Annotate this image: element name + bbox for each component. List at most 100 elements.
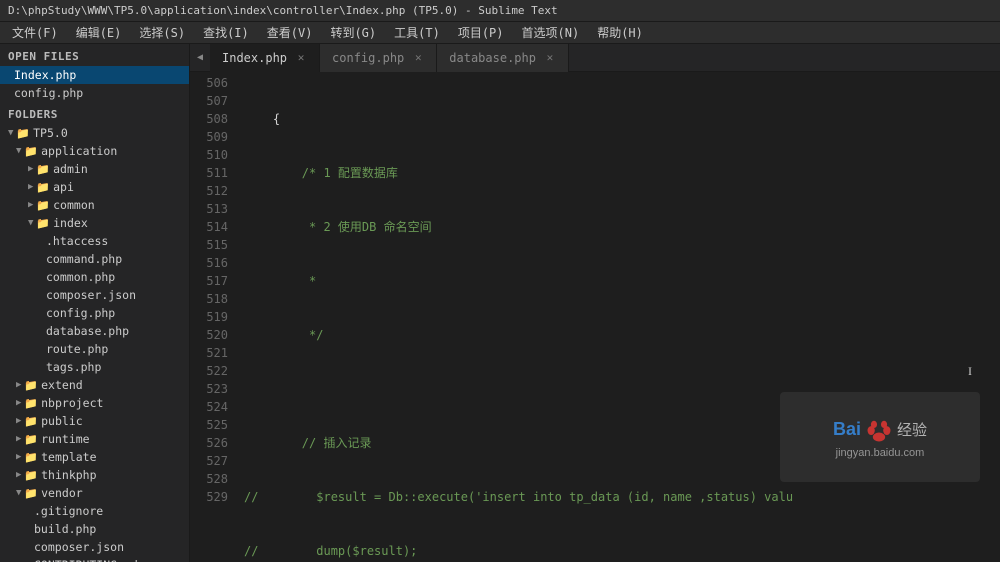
code-editor[interactable]: 506 507 508 509 510 511 512 513 514 515 …	[190, 72, 1000, 562]
menu-help[interactable]: 帮助(H)	[589, 22, 651, 43]
arrow-icon: ▼	[16, 488, 21, 498]
file-build[interactable]: build.php	[0, 520, 189, 538]
ln-517: 517	[190, 272, 228, 290]
file-route[interactable]: route.php	[0, 340, 189, 358]
file-composer-root[interactable]: composer.json	[0, 538, 189, 556]
tab-nav-left[interactable]: ◀	[190, 44, 210, 72]
folder-index[interactable]: ▼ 📁 index	[0, 214, 189, 232]
arrow-icon: ▶	[28, 200, 33, 210]
ln-511: 511	[190, 164, 228, 182]
arrow-icon: ▼	[8, 128, 13, 138]
folder-runtime[interactable]: ▶ 📁 runtime	[0, 430, 189, 448]
ln-512: 512	[190, 182, 228, 200]
folder-icon: 📁	[36, 181, 50, 194]
folder-common-label: common	[53, 198, 95, 212]
arrow-icon: ▶	[16, 434, 21, 444]
ln-514: 514	[190, 218, 228, 236]
menu-view[interactable]: 查看(V)	[259, 22, 321, 43]
folders-label: FOLDERS	[0, 102, 189, 124]
ln-526: 526	[190, 434, 228, 452]
folder-application[interactable]: ▼ 📁 application	[0, 142, 189, 160]
folder-vendor-label: vendor	[41, 486, 83, 500]
folder-icon: 📁	[36, 199, 50, 212]
arrow-icon: ▶	[16, 380, 21, 390]
folder-icon: 📁	[16, 127, 30, 140]
tab-config[interactable]: config.php ✕	[320, 44, 437, 72]
folder-icon: 📁	[24, 469, 38, 482]
tab-config-close[interactable]: ✕	[410, 50, 426, 66]
menu-project[interactable]: 项目(P)	[450, 22, 512, 43]
folder-api[interactable]: ▶ 📁 api	[0, 178, 189, 196]
folder-common[interactable]: ▶ 📁 common	[0, 196, 189, 214]
folder-template[interactable]: ▶ 📁 template	[0, 448, 189, 466]
arrow-icon: ▶	[16, 398, 21, 408]
sidebar-open-file-index[interactable]: Index.php	[0, 66, 189, 84]
file-common[interactable]: common.php	[0, 268, 189, 286]
folder-extend[interactable]: ▶ 📁 extend	[0, 376, 189, 394]
file-tags[interactable]: tags.php	[0, 358, 189, 376]
folder-thinkphp[interactable]: ▶ 📁 thinkphp	[0, 466, 189, 484]
menu-file[interactable]: 文件(F)	[4, 22, 66, 43]
arrow-icon: ▼	[28, 218, 33, 228]
folder-public[interactable]: ▶ 📁 public	[0, 412, 189, 430]
code-line-506: {	[244, 110, 1000, 128]
ln-521: 521	[190, 344, 228, 362]
text-cursor-indicator: I	[968, 364, 972, 379]
menu-tools[interactable]: 工具(T)	[386, 22, 448, 43]
ln-522: 522	[190, 362, 228, 380]
file-command[interactable]: command.php	[0, 250, 189, 268]
code-line-510: */	[244, 326, 1000, 344]
folder-vendor[interactable]: ▼ 📁 vendor	[0, 484, 189, 502]
file-contributing[interactable]: CONTRIBUTING.md	[0, 556, 189, 562]
code-area: 506 507 508 509 510 511 512 513 514 515 …	[190, 72, 1000, 562]
main-layout: OPEN FILES Index.php config.php FOLDERS …	[0, 44, 1000, 562]
ln-529: 529	[190, 488, 228, 506]
menu-edit[interactable]: 编辑(E)	[68, 22, 130, 43]
tab-database-close[interactable]: ✕	[542, 50, 558, 66]
folder-api-label: api	[53, 180, 74, 194]
title-text: D:\phpStudy\WWW\TP5.0\application\index\…	[8, 4, 558, 17]
file-htaccess[interactable]: .htaccess	[0, 232, 189, 250]
menu-find[interactable]: 查找(I)	[195, 22, 257, 43]
tab-index-label: Index.php	[222, 51, 287, 65]
folder-runtime-label: runtime	[41, 432, 89, 446]
tab-database[interactable]: database.php ✕	[437, 44, 569, 72]
folder-icon: 📁	[24, 397, 38, 410]
arrow-icon: ▶	[16, 452, 21, 462]
arrow-icon: ▶	[28, 164, 33, 174]
folder-thinkphp-label: thinkphp	[41, 468, 96, 482]
sidebar: OPEN FILES Index.php config.php FOLDERS …	[0, 44, 190, 562]
editor-content: ◀ Index.php ✕ config.php ✕ database.php …	[190, 44, 1000, 562]
folder-icon: 📁	[24, 451, 38, 464]
folder-extend-label: extend	[41, 378, 83, 392]
ln-515: 515	[190, 236, 228, 254]
menu-goto[interactable]: 转到(G)	[322, 22, 384, 43]
file-database[interactable]: database.php	[0, 322, 189, 340]
folder-nbproject[interactable]: ▶ 📁 nbproject	[0, 394, 189, 412]
tab-index[interactable]: Index.php ✕	[210, 44, 320, 72]
ln-527: 527	[190, 452, 228, 470]
ln-508: 508	[190, 110, 228, 128]
file-config[interactable]: config.php	[0, 304, 189, 322]
ln-507: 507	[190, 92, 228, 110]
folder-admin[interactable]: ▶ 📁 admin	[0, 160, 189, 178]
sidebar-open-file-config[interactable]: config.php	[0, 84, 189, 102]
ln-528: 528	[190, 470, 228, 488]
code-line-507: /* 1 配置数据库	[244, 164, 1000, 182]
menu-preferences[interactable]: 首选项(N)	[514, 22, 588, 43]
code-line-514: // dump($result);	[244, 542, 1000, 560]
file-gitignore[interactable]: .gitignore	[0, 502, 189, 520]
tab-index-close[interactable]: ✕	[293, 50, 309, 66]
title-bar: D:\phpStudy\WWW\TP5.0\application\index\…	[0, 0, 1000, 22]
menu-bar: 文件(F) 编辑(E) 选择(S) 查找(I) 查看(V) 转到(G) 工具(T…	[0, 22, 1000, 44]
arrow-icon: ▶	[16, 470, 21, 480]
folder-tp50[interactable]: ▼ 📁 TP5.0	[0, 124, 189, 142]
folder-icon: 📁	[24, 487, 38, 500]
arrow-icon: ▶	[16, 416, 21, 426]
file-composer-json[interactable]: composer.json	[0, 286, 189, 304]
ln-520: 520	[190, 326, 228, 344]
ln-506: 506	[190, 74, 228, 92]
menu-select[interactable]: 选择(S)	[131, 22, 193, 43]
ln-509: 509	[190, 128, 228, 146]
line-numbers: 506 507 508 509 510 511 512 513 514 515 …	[190, 72, 240, 562]
